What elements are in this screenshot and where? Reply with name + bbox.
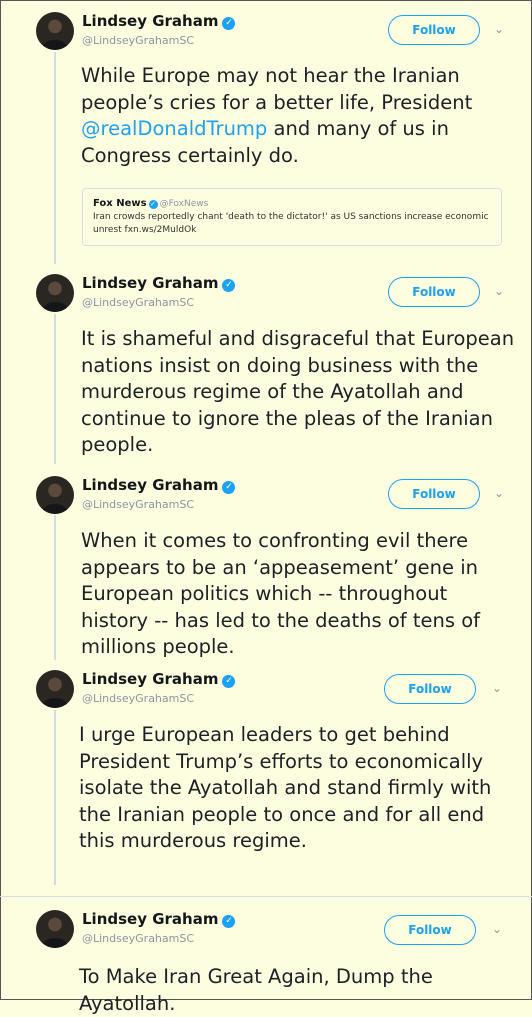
author-name[interactable]: Lindsey Graham ✓: [82, 910, 236, 928]
follow-button[interactable]: Follow: [384, 674, 476, 704]
quoted-tweet-text: Iran crowds reportedly chant 'death to t…: [93, 212, 489, 235]
author-name[interactable]: Lindsey Graham ✓: [82, 12, 236, 30]
tweet: Lindsey Graham ✓ @LindseyGrahamSC Follow …: [0, 464, 532, 664]
author-handle[interactable]: @LindseyGrahamSC: [82, 296, 194, 309]
tweet: Lindsey Graham ✓ @LindseyGrahamSC Follow …: [0, 262, 532, 462]
quoted-tweet[interactable]: Fox News ✓ @FoxNews Iran crowds reportedly…: [82, 188, 502, 246]
chevron-down-icon[interactable]: ⌄: [494, 22, 504, 36]
avatar[interactable]: [36, 910, 74, 948]
author-name[interactable]: Lindsey Graham ✓: [82, 670, 236, 688]
follow-button[interactable]: Follow: [388, 277, 480, 307]
follow-button[interactable]: Follow: [388, 479, 480, 509]
tweet: Lindsey Graham ✓ @LindseyGrahamSC Follow …: [0, 662, 532, 892]
verified-badge-icon: ✓: [222, 17, 236, 30]
author-handle[interactable]: @LindseyGrahamSC: [82, 692, 194, 705]
chevron-down-icon[interactable]: ⌄: [494, 486, 504, 500]
author-handle[interactable]: @LindseyGrahamSC: [82, 932, 194, 945]
follow-button[interactable]: Follow: [384, 915, 476, 945]
verified-badge-icon: ✓: [222, 481, 236, 494]
author-handle[interactable]: @LindseyGrahamSC: [82, 498, 194, 511]
avatar[interactable]: [36, 274, 74, 312]
follow-button[interactable]: Follow: [388, 15, 480, 45]
divider: [0, 896, 532, 897]
tweet: Lindsey Graham ✓ @LindseyGrahamSC Follow …: [0, 0, 532, 260]
verified-badge-icon: ✓: [148, 200, 158, 209]
tweet-text: I urge European leaders to get behind Pr…: [79, 723, 492, 852]
tweet-text: It is shameful and disgraceful that Euro…: [81, 327, 515, 456]
avatar[interactable]: [36, 476, 74, 514]
author-handle[interactable]: @LindseyGrahamSC: [82, 34, 194, 47]
avatar[interactable]: [36, 670, 74, 708]
tweet-text: When it comes to confronting evil there …: [81, 529, 481, 658]
mention-link[interactable]: @realDonaldTrump: [81, 117, 267, 140]
chevron-down-icon[interactable]: ⌄: [492, 681, 502, 695]
tweet: Lindsey Graham ✓ @LindseyGrahamSC Follow …: [0, 898, 532, 1015]
verified-badge-icon: ✓: [222, 915, 236, 928]
quoted-author-handle: @FoxNews: [159, 199, 209, 209]
tweet-text: While Europe may not hear the Iranian pe…: [81, 64, 473, 167]
quoted-author-name: Fox News: [93, 198, 147, 209]
chevron-down-icon[interactable]: ⌄: [494, 284, 504, 298]
author-name[interactable]: Lindsey Graham ✓: [82, 476, 236, 494]
chevron-down-icon[interactable]: ⌄: [492, 922, 502, 936]
author-name[interactable]: Lindsey Graham ✓: [82, 274, 236, 292]
verified-badge-icon: ✓: [222, 279, 236, 292]
avatar[interactable]: [36, 12, 74, 50]
verified-badge-icon: ✓: [222, 675, 236, 688]
tweet-text: To Make Iran Great Again, Dump the Ayato…: [79, 965, 433, 1015]
